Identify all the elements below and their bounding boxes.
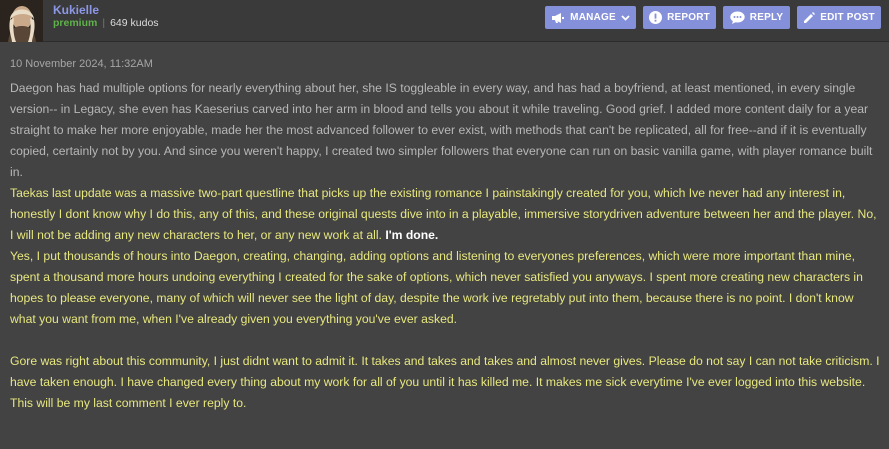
meta-divider: | [102, 17, 106, 29]
reply-label: REPLY [749, 12, 784, 23]
exclamation-circle-icon [649, 11, 663, 24]
reply-paragraph-1: Taekas last update was a massive two-par… [10, 183, 882, 246]
quoted-paragraph: Daegon has had multiple options for near… [10, 81, 873, 179]
reply-paragraph-1-text: Taekas last update was a massive two-par… [10, 186, 877, 242]
reply-paragraph-3: Gore was right about this community, I j… [10, 354, 880, 389]
reply-paragraph-4: This will be my last comment I ever repl… [10, 396, 247, 410]
report-label: REPORT [667, 12, 710, 23]
edit-post-label: EDIT POST [820, 12, 875, 23]
post-timestamp: 10 November 2024, 11:32AM [10, 58, 153, 70]
reply-emphasis: I'm done. [385, 228, 439, 242]
membership-badge: premium [53, 17, 98, 29]
edit-post-button[interactable]: EDIT POST [797, 6, 881, 29]
report-button[interactable]: REPORT [643, 6, 716, 29]
pencil-icon [803, 11, 816, 24]
manage-button[interactable]: MANAGE [545, 6, 636, 29]
chevron-down-icon [621, 14, 630, 21]
post-body: Daegon has had multiple options for near… [10, 78, 882, 414]
avatar[interactable] [0, 0, 43, 42]
author-meta: premium | 649 kudos [53, 17, 159, 29]
megaphone-icon [551, 12, 565, 24]
reply-button[interactable]: REPLY [723, 6, 790, 29]
reply-paragraph-2: Yes, I put thousands of hours into Daego… [10, 249, 863, 326]
author-name[interactable]: Kukielle [53, 3, 99, 17]
speech-bubble-icon [730, 11, 745, 24]
post-header: Kukielle premium | 649 kudos MANAGE REPORT… [0, 0, 889, 42]
manage-label: MANAGE [570, 12, 616, 23]
kudos-count: 649 kudos [110, 17, 159, 29]
